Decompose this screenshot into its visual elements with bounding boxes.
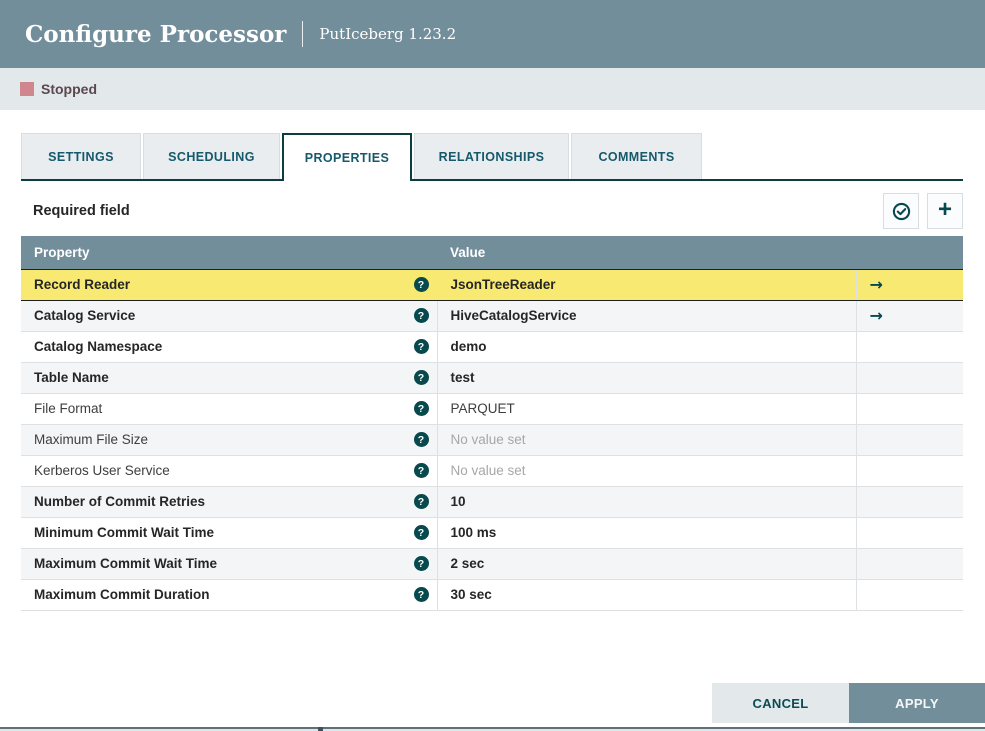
property-name: Table Name xyxy=(34,370,109,385)
column-header-property: Property xyxy=(21,236,437,269)
properties-table: Property Value Record Reader? JsonTreeRea… xyxy=(21,236,963,611)
property-row: Maximum Commit Duration? 30 sec xyxy=(21,579,963,611)
dialog-title: Configure Processor xyxy=(25,20,287,48)
tab-settings[interactable]: SETTINGS xyxy=(21,133,141,179)
property-row: Maximum Commit Wait Time? 2 sec xyxy=(21,548,963,580)
goto-service-icon[interactable]: → xyxy=(870,276,883,293)
dialog-content: SETTINGS SCHEDULING PROPERTIES RELATIONSHIP… xyxy=(0,133,985,611)
property-row: File Format? PARQUET xyxy=(21,393,963,425)
help-icon[interactable]: ? xyxy=(413,308,429,323)
tab-properties[interactable]: PROPERTIES xyxy=(282,133,412,181)
property-row: Kerberos User Service? No value set xyxy=(21,455,963,487)
processor-type-version: PutIceberg 1.23.2 xyxy=(319,25,457,43)
help-icon[interactable]: ? xyxy=(413,494,429,509)
properties-table-header: Property Value xyxy=(21,236,963,269)
verify-properties-button[interactable] xyxy=(883,193,919,229)
help-icon[interactable]: ? xyxy=(413,370,429,385)
canvas-artifact xyxy=(318,727,323,731)
property-value[interactable]: 100 ms xyxy=(451,525,497,540)
properties-toolbar: Required field + xyxy=(21,193,963,229)
property-row: Number of Commit Retries? 10 xyxy=(21,486,963,518)
property-value[interactable]: 30 sec xyxy=(451,587,492,602)
property-name: Catalog Namespace xyxy=(34,339,163,354)
property-value[interactable]: HiveCatalogService xyxy=(451,308,577,323)
dialog-header: Configure Processor PutIceberg 1.23.2 xyxy=(0,0,985,68)
property-name: Kerberos User Service xyxy=(34,463,170,478)
property-value[interactable]: demo xyxy=(451,339,487,354)
tab-comments[interactable]: COMMENTS xyxy=(571,133,702,179)
property-value[interactable]: PARQUET xyxy=(451,401,515,416)
property-name: Maximum Commit Duration xyxy=(34,587,210,602)
circle-check-icon xyxy=(892,202,910,220)
help-icon[interactable]: ? xyxy=(413,587,429,602)
cancel-button[interactable]: CANCEL xyxy=(712,683,849,723)
stopped-status-icon xyxy=(20,82,34,96)
help-icon[interactable]: ? xyxy=(413,277,429,292)
dialog-bottom-edge xyxy=(0,727,985,731)
plus-icon: + xyxy=(937,196,952,223)
help-icon[interactable]: ? xyxy=(413,401,429,416)
property-name: Catalog Service xyxy=(34,308,136,323)
toolbar-buttons: + xyxy=(883,193,963,229)
apply-button[interactable]: APPLY xyxy=(849,683,985,723)
column-header-value: Value xyxy=(437,236,856,269)
property-name: Record Reader xyxy=(34,277,131,292)
title-separator xyxy=(302,21,304,47)
property-value[interactable]: JsonTreeReader xyxy=(451,277,556,292)
dialog-footer: CANCEL APPLY xyxy=(712,683,985,723)
property-row: Maximum File Size? No value set xyxy=(21,424,963,456)
property-value[interactable]: No value set xyxy=(451,432,526,447)
configure-processor-dialog: Configure Processor PutIceberg 1.23.2 St… xyxy=(0,0,985,731)
property-row: Table Name? test xyxy=(21,362,963,394)
property-value[interactable]: 10 xyxy=(451,494,466,509)
property-name: File Format xyxy=(34,401,103,416)
column-header-actions xyxy=(856,236,963,269)
help-icon[interactable]: ? xyxy=(413,463,429,478)
property-value[interactable]: 2 sec xyxy=(451,556,485,571)
property-name: Number of Commit Retries xyxy=(34,494,206,509)
property-row: Catalog Namespace? demo xyxy=(21,331,963,363)
property-name: Minimum Commit Wait Time xyxy=(34,525,215,540)
status-label: Stopped xyxy=(41,81,97,97)
property-value[interactable]: No value set xyxy=(451,463,526,478)
add-property-button[interactable]: + xyxy=(927,193,963,229)
property-value[interactable]: test xyxy=(451,370,475,385)
tab-scheduling[interactable]: SCHEDULING xyxy=(143,133,280,179)
status-bar: Stopped xyxy=(0,68,985,110)
tab-bar: SETTINGS SCHEDULING PROPERTIES RELATIONSHIP… xyxy=(21,133,963,181)
required-field-label: Required field xyxy=(33,203,130,219)
help-icon[interactable]: ? xyxy=(413,339,429,354)
help-icon[interactable]: ? xyxy=(413,525,429,540)
property-name: Maximum Commit Wait Time xyxy=(34,556,218,571)
property-row: Catalog Service? HiveCatalogService → xyxy=(21,300,963,332)
help-icon[interactable]: ? xyxy=(413,556,429,571)
property-row: Record Reader? JsonTreeReader → xyxy=(21,268,963,301)
help-icon[interactable]: ? xyxy=(413,432,429,447)
property-name: Maximum File Size xyxy=(34,432,149,447)
tab-relationships[interactable]: RELATIONSHIPS xyxy=(414,133,569,179)
property-row: Minimum Commit Wait Time? 100 ms xyxy=(21,517,963,549)
properties-table-body: Record Reader? JsonTreeReader → Catalog Ser… xyxy=(21,268,963,611)
goto-service-icon[interactable]: → xyxy=(870,307,883,324)
